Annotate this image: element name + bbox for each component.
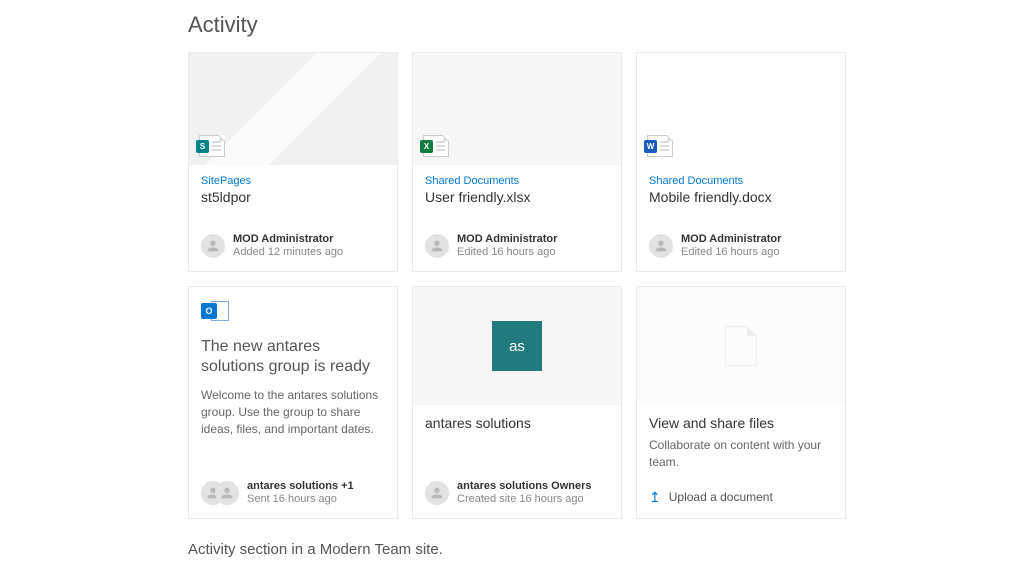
outlook-icon: O: [201, 301, 229, 325]
card-preview: W: [637, 53, 845, 165]
card-title: Mobile friendly.docx: [649, 189, 833, 205]
card-location[interactable]: Shared Documents: [649, 175, 833, 187]
share-desc: Collaborate on content with your team.: [649, 437, 833, 471]
avatar-icon: [649, 234, 673, 258]
avatar-icon: [425, 234, 449, 258]
card-author: MOD Administrator: [681, 233, 781, 246]
announcement-meta: Sent 16 hours ago: [247, 493, 354, 506]
activity-grid: S SitePages st5ldpor MOD Administrator A…: [188, 52, 944, 519]
card-author: MOD Administrator: [233, 233, 343, 246]
announcement-author: antares solutions +1: [247, 480, 354, 493]
site-card[interactable]: as antares solutions antares solutions O…: [412, 286, 622, 519]
activity-card[interactable]: X Shared Documents User friendly.xlsx MO…: [412, 52, 622, 272]
excel-icon: X: [423, 135, 449, 157]
upload-label: Upload a document: [669, 490, 773, 504]
card-title: User friendly.xlsx: [425, 189, 609, 205]
card-meta: Added 12 minutes ago: [233, 246, 343, 259]
announcement-desc: Welcome to the antares solutions group. …: [201, 387, 385, 437]
document-placeholder-icon: [725, 326, 757, 366]
site-tile-icon: as: [492, 321, 542, 371]
word-icon: W: [647, 135, 673, 157]
card-author: MOD Administrator: [457, 233, 557, 246]
site-meta: Created site 16 hours ago: [457, 493, 591, 506]
section-title: Activity: [188, 12, 944, 38]
empty-preview: [637, 287, 845, 405]
share-files-card: View and share files Collaborate on cont…: [636, 286, 846, 519]
card-meta: Edited 16 hours ago: [681, 246, 781, 259]
upload-document-link[interactable]: ↥ Upload a document: [637, 479, 845, 518]
site-tile-preview: as: [413, 287, 621, 405]
sharepoint-icon: S: [199, 135, 225, 157]
card-title: st5ldpor: [201, 189, 385, 205]
avatar-stack-icon: [201, 481, 239, 505]
avatar-icon: [201, 234, 225, 258]
card-meta: Edited 16 hours ago: [457, 246, 557, 259]
announcement-title: The new antares solutions group is ready: [201, 337, 385, 377]
site-title: antares solutions: [425, 415, 609, 431]
card-preview: S: [189, 53, 397, 165]
caption: Activity section in a Modern Team site.: [188, 541, 944, 558]
activity-card[interactable]: W Shared Documents Mobile friendly.docx …: [636, 52, 846, 272]
site-author: antares solutions Owners: [457, 480, 591, 493]
upload-icon: ↥: [649, 489, 661, 506]
card-location[interactable]: SitePages: [201, 175, 385, 187]
card-location[interactable]: Shared Documents: [425, 175, 609, 187]
announcement-card[interactable]: O The new antares solutions group is rea…: [188, 286, 398, 519]
card-preview: X: [413, 53, 621, 165]
avatar-icon: [425, 481, 449, 505]
share-title: View and share files: [649, 415, 833, 431]
activity-card[interactable]: S SitePages st5ldpor MOD Administrator A…: [188, 52, 398, 272]
